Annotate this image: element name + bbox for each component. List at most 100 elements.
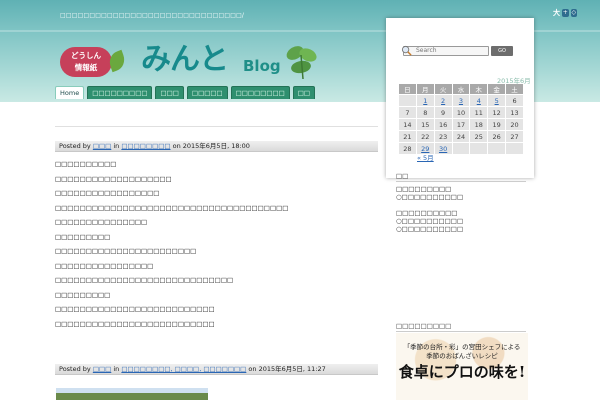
calendar-day: 8 xyxy=(416,107,434,118)
calendar-weekday: 木 xyxy=(470,84,488,94)
tab-4[interactable]: □□□□□ xyxy=(186,86,228,99)
post-date: on 2015年6月5日, 18:00 xyxy=(172,142,250,150)
tab-3[interactable]: □□□ xyxy=(155,86,184,99)
post-text-line: □□□□□□□□□□□□□□□□□□□□□□□ xyxy=(55,247,197,255)
calendar-day: 15 xyxy=(416,119,434,130)
list-item[interactable]: ○□□□□□□□□□□ xyxy=(396,217,526,225)
calendar-day-link[interactable]: 3 xyxy=(459,97,463,105)
tab-6[interactable]: □□ xyxy=(292,86,316,99)
calendar-day: 10 xyxy=(452,107,470,118)
calendar-day[interactable]: 4 xyxy=(470,95,488,106)
post-text-line: □□□□□□□□□□□□□□□ xyxy=(55,218,148,226)
post-text-line: □□□□□□□□□□□□□□□□□□□ xyxy=(55,174,172,183)
calendar-day[interactable]: 1 xyxy=(416,95,434,106)
logo-badge-line2: 情報紙 xyxy=(74,63,98,72)
post-text-line: □□□□□□□□□□□□□□□□□□□□□□□□□□ xyxy=(55,319,215,328)
reset-icon[interactable]: ◇ xyxy=(570,9,577,17)
calendar-weekday: 日 xyxy=(399,84,416,94)
tab-home[interactable]: Home xyxy=(55,86,85,99)
calendar-day-link[interactable]: 30 xyxy=(439,145,447,153)
logo-blog: Blog xyxy=(243,57,281,75)
post-thumbnail[interactable] xyxy=(56,388,208,400)
calendar-weekday: 水 xyxy=(452,84,470,94)
calendar-day xyxy=(506,143,523,154)
calendar-day: 20 xyxy=(506,119,523,130)
author-link[interactable]: □□□ xyxy=(93,365,111,373)
calendar-day: 18 xyxy=(470,119,488,130)
list-item[interactable]: □□□□□□□□□□ xyxy=(396,209,526,217)
post-text-line: □□□□□□□□□ xyxy=(55,232,111,241)
post-text-line: □□□□□□□□□□□□□□□□□□□□□□□□□□□□□□□□□□□□□□ xyxy=(55,203,289,212)
calendar-day: 27 xyxy=(506,131,523,142)
calendar-day: 28 xyxy=(399,143,416,154)
calendar-day-link[interactable]: 5 xyxy=(495,97,499,105)
search-input[interactable]: Search xyxy=(403,46,489,56)
tab-2[interactable]: □□□□□□□□□ xyxy=(87,86,153,99)
recipe-banner[interactable]: 「季節の台所・彩」の宮田シェフによる 季節のおばんざいレシピ 食卓にプロの味を! xyxy=(396,333,528,400)
banner-line2: 季節のおばんざいレシピ xyxy=(426,352,498,360)
calendar-prev-link[interactable]: « 5月 xyxy=(417,152,434,162)
font-size-control: 大 + ◇ xyxy=(553,8,577,18)
calendar: 日月火水木金土 1 2 3 4 5 6 7 8 9 10 11 12 13 14 15 16 17 18 19 20 2… xyxy=(398,83,524,155)
post-text-line: □□□□□□□□□□□□□□□□□□□□□□□□□□□□□ xyxy=(55,276,234,284)
logo-title: みんと xyxy=(141,42,229,77)
post-body: □□□□□□□□□□ □□□□□□□□□□□□□□□□□□□ □□□□□□□□□□□… xyxy=(55,157,378,331)
banner-line3: 食卓にプロの味を! xyxy=(398,363,526,381)
sidebar-heading-2: □□□□□□□□□ xyxy=(396,322,526,332)
posted-by-label: Posted by xyxy=(59,365,91,373)
calendar-weekday: 金 xyxy=(488,84,506,94)
main-nav: Home □□□□□□□□□ □□□ □□□□□ □□□□□□□□ □□ xyxy=(55,86,316,99)
tab-5[interactable]: □□□□□□□□ xyxy=(230,86,290,99)
calendar-day[interactable]: 2 xyxy=(434,95,452,106)
calendar-day-link[interactable]: 2 xyxy=(441,97,445,105)
posted-by-label: Posted by xyxy=(59,142,91,150)
post-meta-2: Posted by □□□ in □□□□□□□□, □□□□, □□□□□□□… xyxy=(55,364,378,375)
post-text-line: □□□□□□□□□□ xyxy=(55,160,117,168)
calendar-weekday: 月 xyxy=(416,84,434,94)
calendar-day[interactable]: 5 xyxy=(488,95,506,106)
calendar-day: 24 xyxy=(452,131,470,142)
sidebar-list: □□□□□□□□□ ○□□□□□□□□□□ □□□□□□□□□□ ○□□□□□□… xyxy=(396,185,526,233)
in-label: in xyxy=(113,142,120,150)
calendar-day[interactable]: 3 xyxy=(452,95,470,106)
site-tagline: □□□□□□□□□□□□□□□□□□□□□□□□□□□□□□□/ xyxy=(60,12,245,19)
plus-icon[interactable]: + xyxy=(562,9,569,17)
calendar-day: 26 xyxy=(488,131,506,142)
list-item[interactable]: ○□□□□□□□□□□ xyxy=(396,225,526,233)
logo-badge: どうしん 情報紙 xyxy=(60,47,112,77)
post-text-line: □□□□□□□□□□□□□□□□ xyxy=(55,261,154,270)
calendar-day xyxy=(488,143,506,154)
calendar-day: 11 xyxy=(470,107,488,118)
divider xyxy=(55,126,378,127)
calendar-day: 13 xyxy=(506,107,523,118)
search-icon xyxy=(401,45,412,56)
sidebar-heading: □□ xyxy=(396,172,526,182)
calendar-day-link[interactable]: 4 xyxy=(477,97,481,105)
site-logo[interactable]: どうしん 情報紙 みんと Blog xyxy=(55,43,325,81)
calendar-day-link[interactable]: 1 xyxy=(423,97,427,105)
post-meta: Posted by □□□ in □□□□□□□□ on 2015年6月5日, … xyxy=(55,141,378,152)
category-link[interactable]: □□□□□□□□, □□□□, □□□□□□□ xyxy=(121,365,246,373)
calendar-day: 14 xyxy=(399,119,416,130)
calendar-weekday: 火 xyxy=(434,84,452,94)
category-link[interactable]: □□□□□□□□ xyxy=(121,142,170,150)
post-date: on 2015年6月5日, 11:27 xyxy=(248,365,326,373)
calendar-day: 6 xyxy=(506,95,523,106)
post-text-line: □□□□□□□□□ xyxy=(55,290,111,299)
calendar-day xyxy=(452,143,470,154)
calendar-day xyxy=(470,143,488,154)
search-form: Search GO xyxy=(401,45,513,56)
calendar-day: 16 xyxy=(434,119,452,130)
calendar-day: 7 xyxy=(399,107,416,118)
author-link[interactable]: □□□ xyxy=(93,142,111,150)
calendar-weekday: 土 xyxy=(506,84,523,94)
in-label: in xyxy=(113,365,120,373)
list-item[interactable]: ○□□□□□□□□□□ xyxy=(396,193,526,201)
list-item[interactable]: □□□□□□□□□ xyxy=(396,185,526,193)
calendar-day: 9 xyxy=(434,107,452,118)
calendar-day: 17 xyxy=(452,119,470,130)
calendar-day: 19 xyxy=(488,119,506,130)
calendar-day[interactable]: 30 xyxy=(434,143,452,154)
search-go-button[interactable]: GO xyxy=(491,46,513,56)
post-text-line: □□□□□□□□□□□□□□□□□ xyxy=(55,189,160,197)
